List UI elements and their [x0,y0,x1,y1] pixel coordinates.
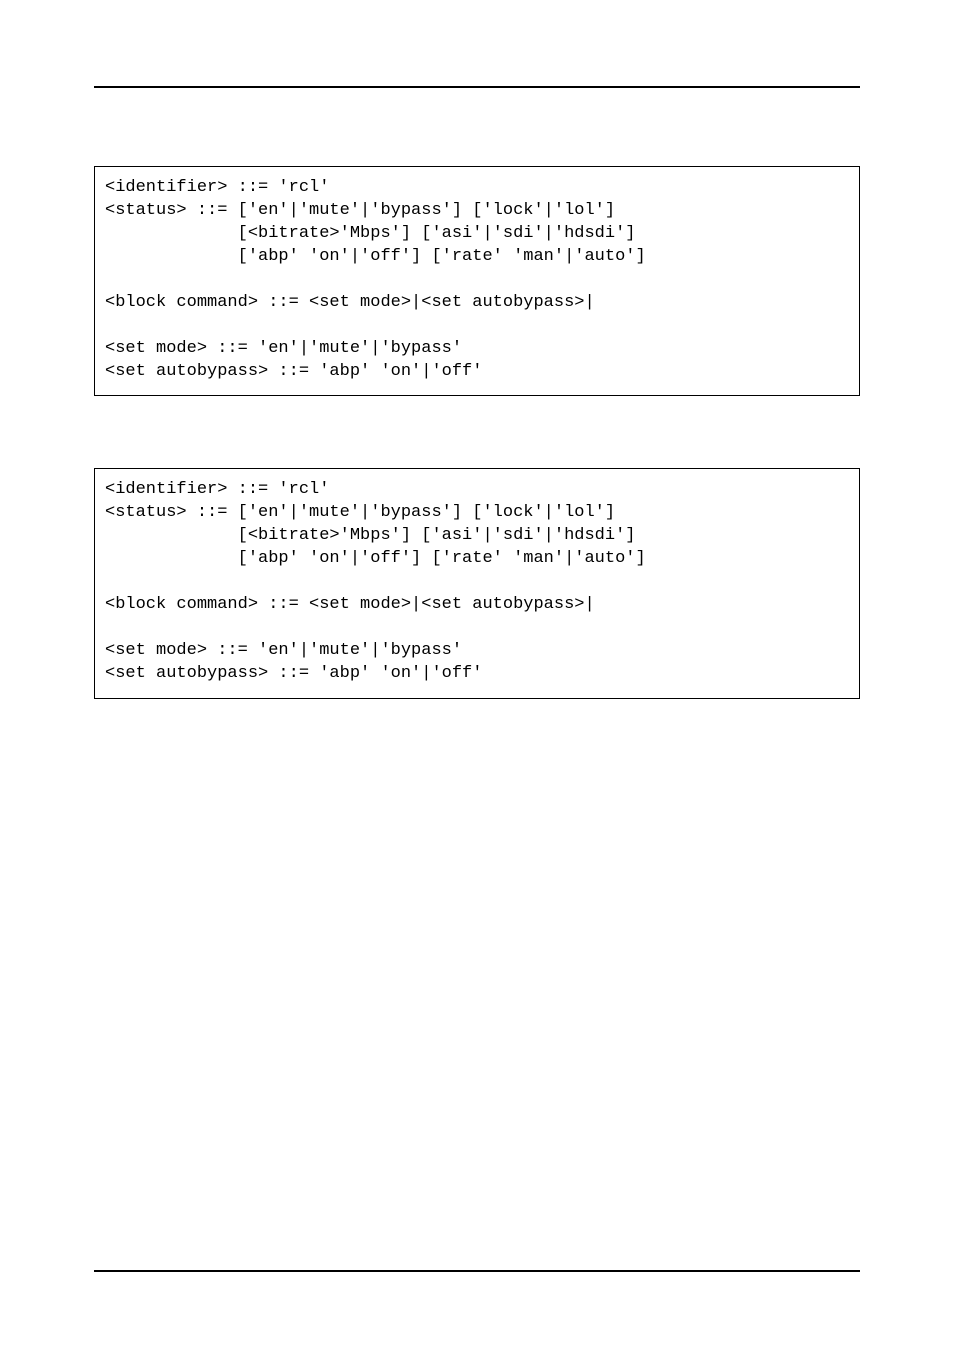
block-gap [94,396,860,468]
grammar-block-2: <identifier> ::= 'rcl' <status> ::= ['en… [94,468,860,698]
bottom-horizontal-rule [94,1270,860,1272]
top-horizontal-rule [94,86,860,88]
grammar-block-1: <identifier> ::= 'rcl' <status> ::= ['en… [94,166,860,396]
